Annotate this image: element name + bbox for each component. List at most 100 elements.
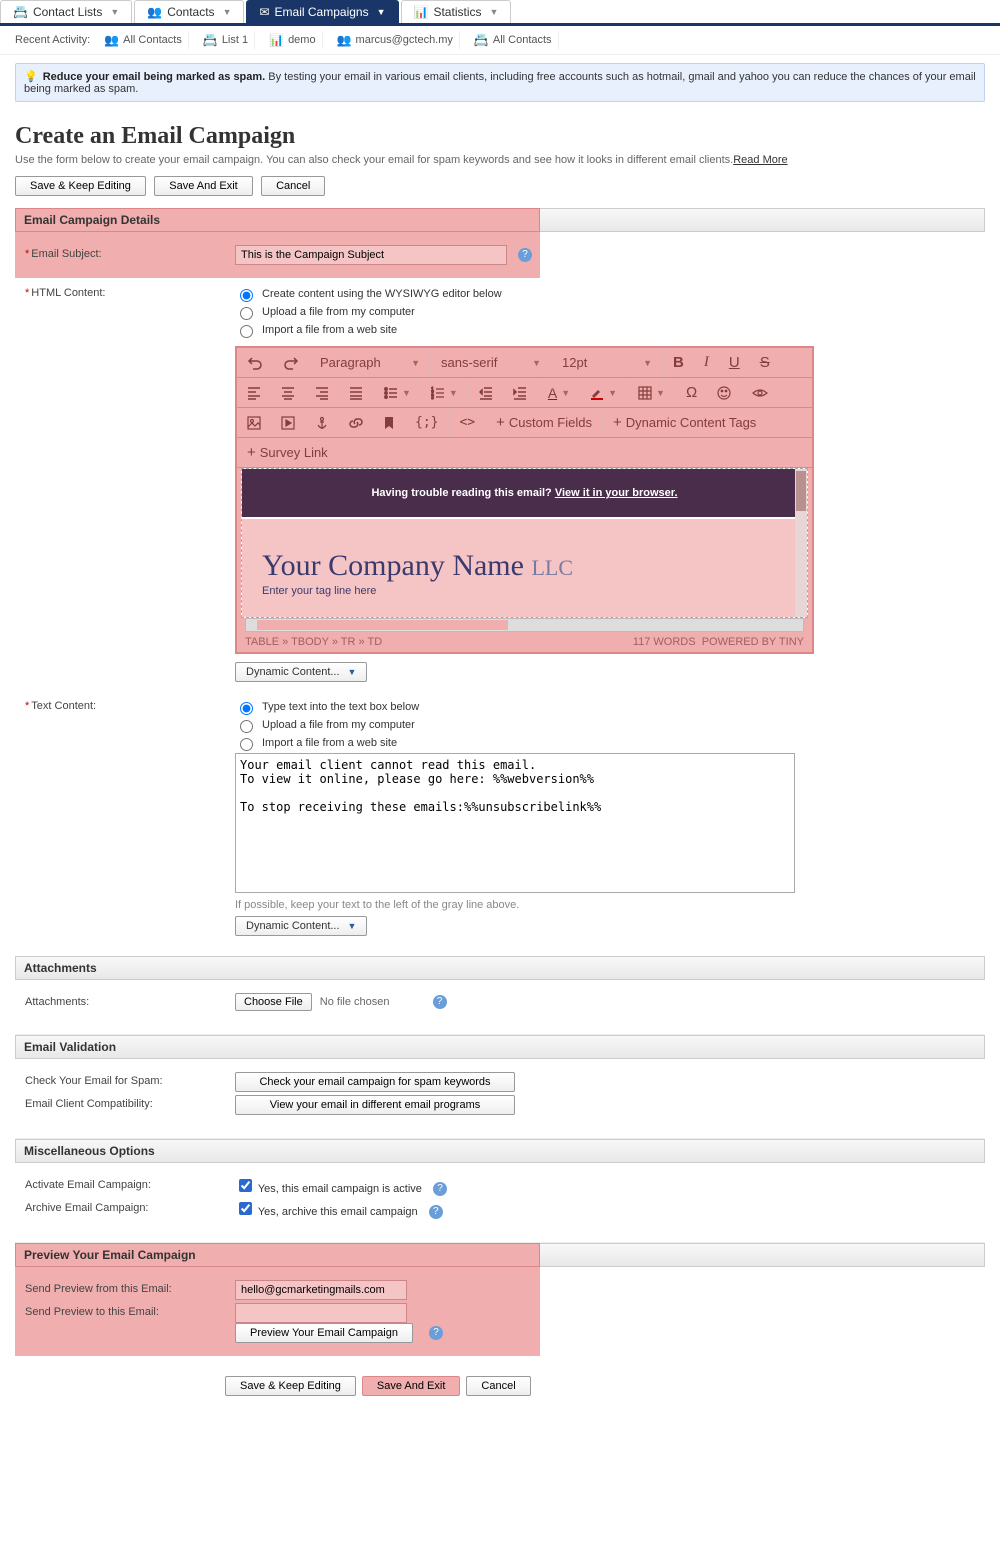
indent-icon[interactable]: [503, 378, 537, 407]
dynamic-content-button[interactable]: Dynamic Content...▼: [235, 662, 367, 682]
recent-item[interactable]: All Contacts: [98, 31, 189, 49]
stats-icon: [414, 5, 429, 19]
text-color-icon[interactable]: A▼: [538, 378, 580, 407]
compat-label: Email Client Compatibility:: [15, 1095, 235, 1115]
align-center-icon[interactable]: [271, 378, 305, 407]
recent-item[interactable]: demo: [263, 31, 322, 49]
save-exit-button[interactable]: Save And Exit: [154, 176, 253, 196]
number-list-icon[interactable]: 123▼: [421, 378, 468, 407]
html-opt-upload[interactable]: [240, 307, 253, 320]
link-icon[interactable]: [339, 408, 373, 437]
dynamic-tags-button[interactable]: +Dynamic Content Tags: [603, 408, 766, 437]
preview-icon[interactable]: [742, 378, 778, 407]
svg-text:3: 3: [431, 395, 434, 400]
outdent-icon[interactable]: [469, 378, 503, 407]
strike-icon[interactable]: S: [750, 348, 780, 377]
align-justify-icon[interactable]: [339, 378, 373, 407]
save-keep-button[interactable]: Save & Keep Editing: [15, 176, 146, 196]
read-more-link[interactable]: Read More: [733, 154, 787, 166]
size-select[interactable]: 12pt▼: [552, 348, 663, 377]
bg-color-icon[interactable]: ▼: [580, 378, 627, 407]
image-icon[interactable]: [237, 408, 271, 437]
font-select[interactable]: sans-serif▼: [431, 348, 552, 377]
text-opt-type[interactable]: [240, 702, 253, 715]
recent-activity-bar: Recent Activity: All Contacts List 1 dem…: [0, 26, 1000, 55]
special-char-icon[interactable]: Ω: [676, 378, 707, 407]
recent-label: Recent Activity:: [15, 34, 90, 46]
bold-icon[interactable]: B: [663, 348, 694, 377]
emoji-icon[interactable]: [707, 378, 741, 407]
preview-from-input[interactable]: [235, 1280, 407, 1300]
validation-header: Email Validation: [15, 1035, 985, 1059]
redo-icon[interactable]: [273, 348, 309, 377]
spam-check-button[interactable]: Check your email campaign for spam keywo…: [235, 1072, 515, 1092]
preview-from-label: Send Preview from this Email:: [15, 1280, 235, 1300]
cancel-button[interactable]: Cancel: [261, 176, 325, 196]
help-icon[interactable]: ?: [433, 995, 447, 1009]
bookmark-icon[interactable]: [373, 408, 405, 437]
editor-canvas[interactable]: Having trouble reading this email? View …: [241, 468, 808, 618]
html-opt-import[interactable]: [240, 325, 253, 338]
tab-email-campaigns[interactable]: Email Campaigns▼: [246, 0, 398, 23]
help-icon[interactable]: ?: [429, 1326, 443, 1340]
preview-to-input[interactable]: [235, 1303, 407, 1323]
underline-icon[interactable]: U: [719, 348, 750, 377]
archive-checkbox[interactable]: [239, 1202, 252, 1215]
mail-icon: [259, 5, 269, 19]
help-icon[interactable]: ?: [518, 248, 532, 262]
chevron-down-icon: ▼: [377, 7, 386, 17]
activate-checkbox[interactable]: [239, 1179, 252, 1192]
align-right-icon[interactable]: [305, 378, 339, 407]
users-icon: [337, 33, 352, 47]
italic-icon[interactable]: I: [694, 348, 719, 377]
users-icon: [104, 33, 119, 47]
contact-lists-icon: [13, 5, 28, 19]
tab-statistics[interactable]: Statistics▼: [401, 0, 512, 23]
preview-button[interactable]: Preview Your Email Campaign: [235, 1323, 413, 1343]
misc-header: Miscellaneous Options: [15, 1139, 985, 1163]
recent-item[interactable]: marcus@gctech.my: [331, 31, 460, 49]
element-path[interactable]: TABLE » TBODY » TR » TD: [245, 636, 382, 648]
format-select[interactable]: Paragraph▼: [310, 348, 431, 377]
table-icon[interactable]: ▼: [628, 378, 675, 407]
help-icon[interactable]: ?: [433, 1182, 447, 1196]
undo-icon[interactable]: [237, 348, 273, 377]
choose-file-button[interactable]: Choose File: [235, 993, 312, 1011]
contacts-icon: [203, 33, 218, 47]
dynamic-content-button-2[interactable]: Dynamic Content...▼: [235, 916, 367, 936]
align-left-icon[interactable]: [237, 378, 271, 407]
text-opt-upload[interactable]: [240, 720, 253, 733]
cancel-button-bottom[interactable]: Cancel: [466, 1376, 530, 1396]
bulb-icon: [24, 71, 43, 83]
anchor-icon[interactable]: [305, 408, 339, 437]
vertical-scrollbar[interactable]: [795, 469, 807, 617]
text-note: If possible, keep your text to the left …: [235, 899, 985, 911]
text-opt-import[interactable]: [240, 738, 253, 751]
view-browser-link[interactable]: View it in your browser.: [555, 487, 678, 499]
compat-button[interactable]: View your email in different email progr…: [235, 1095, 515, 1115]
details-header: Email Campaign Details: [15, 208, 540, 232]
custom-fields-button[interactable]: +Custom Fields: [486, 408, 602, 437]
stats-icon: [269, 33, 284, 47]
text-content-input[interactable]: [235, 753, 795, 893]
code-block-icon[interactable]: {;}: [405, 408, 448, 437]
html-opt-editor[interactable]: [240, 289, 253, 302]
subject-input[interactable]: [235, 245, 507, 265]
bullet-list-icon[interactable]: ▼: [374, 378, 421, 407]
horizontal-scrollbar[interactable]: [245, 618, 804, 632]
tab-contact-lists[interactable]: Contact Lists▼: [0, 0, 132, 23]
recent-item[interactable]: All Contacts: [468, 31, 559, 49]
save-exit-button-bottom[interactable]: Save And Exit: [362, 1376, 461, 1396]
subject-label: *Email Subject:: [15, 245, 235, 265]
survey-link-button[interactable]: +Survey Link: [237, 438, 338, 467]
save-keep-button-bottom[interactable]: Save & Keep Editing: [225, 1376, 356, 1396]
video-icon[interactable]: [271, 408, 305, 437]
email-header: Having trouble reading this email? View …: [242, 469, 807, 519]
main-nav: Contact Lists▼ Contacts▼ Email Campaigns…: [0, 0, 1000, 26]
chevron-down-icon: ▼: [110, 7, 119, 17]
source-code-icon[interactable]: <>: [449, 408, 485, 437]
page-subtitle: Use the form below to create your email …: [15, 154, 985, 166]
help-icon[interactable]: ?: [429, 1205, 443, 1219]
recent-item[interactable]: List 1: [197, 31, 255, 49]
tab-contacts[interactable]: Contacts▼: [134, 0, 244, 23]
